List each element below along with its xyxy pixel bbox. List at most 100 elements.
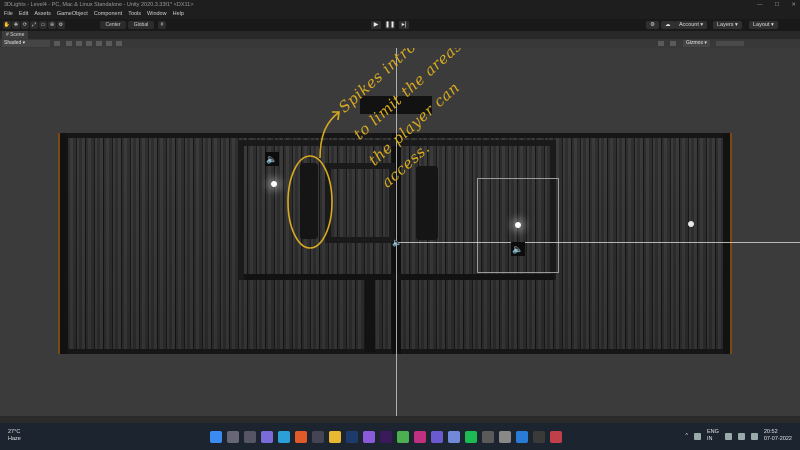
audio-source-icon[interactable]: 🔈 [511, 242, 525, 256]
custom-tool-icon[interactable]: ⚙ [57, 21, 65, 29]
weather-widget[interactable]: 27°C Haze [8, 429, 21, 443]
terminal-icon[interactable] [312, 431, 324, 443]
clock-date: 07-07-2022 [763, 436, 792, 442]
edge-icon[interactable] [278, 431, 290, 443]
maximize-icon[interactable]: ☐ [774, 0, 779, 10]
lighting-toggle-icon[interactable] [66, 41, 72, 46]
battery-icon[interactable] [750, 432, 758, 440]
system-tray: ^ ENG IN 20:52 07-07-2022 [685, 429, 792, 443]
audio-toggle-icon[interactable] [76, 41, 82, 46]
step-button[interactable]: ▸| [399, 21, 409, 29]
pivot-toggle[interactable]: Center [100, 21, 126, 29]
chat-icon[interactable] [261, 431, 273, 443]
layout-label: Layout [753, 22, 770, 28]
weather-desc: Haze [8, 436, 21, 442]
vscode-icon[interactable] [499, 431, 511, 443]
move-tool-icon[interactable]: ✥ [12, 21, 20, 29]
camera-icon[interactable] [670, 41, 676, 46]
menu-tools[interactable]: Tools [128, 10, 141, 19]
gizmos-dropdown[interactable]: Gizmos ▾ [683, 40, 710, 47]
task-view-icon[interactable] [244, 431, 256, 443]
effects-toggle-icon[interactable] [86, 41, 92, 46]
shading-mode-dropdown[interactable]: Shaded ▾ [2, 40, 50, 47]
point-light-icon[interactable] [271, 181, 277, 187]
close-icon[interactable]: ✕ [791, 0, 796, 10]
xd-icon[interactable] [414, 431, 426, 443]
right-wall [723, 133, 732, 354]
snip-icon[interactable] [550, 431, 562, 443]
status-bar [0, 416, 800, 423]
clock-time: 20:52 [763, 429, 778, 435]
premiere-icon[interactable] [380, 431, 392, 443]
point-light-icon[interactable] [515, 222, 521, 228]
unity-icon[interactable] [533, 431, 545, 443]
lower-pillar [365, 280, 375, 352]
menu-component[interactable]: Component [94, 10, 122, 19]
tab-scene-label: Scene [10, 32, 25, 38]
brave-icon[interactable] [295, 431, 307, 443]
lang-bottom: IN [706, 436, 713, 442]
windows-taskbar: 27°C Haze ^ ENG IN 20:52 07-07-2022 [0, 423, 800, 450]
scene-tab-bar: # Scene [0, 31, 800, 39]
menu-edit[interactable]: Edit [19, 10, 28, 19]
layout-dropdown[interactable]: Layout ▾ [749, 21, 778, 29]
minimize-icon[interactable]: — [757, 0, 763, 10]
window-title: 3DLights - Level4 - PC, Mac & Linux Stan… [4, 2, 194, 8]
left-wall [58, 133, 67, 354]
cloud-icon[interactable]: ☁ [661, 21, 675, 29]
audio-source-icon[interactable]: 🔈 [265, 152, 279, 166]
taskbar-apps [210, 431, 562, 443]
menu-gameobject[interactable]: GameObject [57, 10, 88, 19]
lang-top: ENG [706, 429, 719, 435]
photoshop-icon[interactable] [346, 431, 358, 443]
start-icon[interactable] [210, 431, 222, 443]
point-light-icon[interactable] [688, 221, 694, 227]
account-dropdown[interactable]: Account ▾ [675, 21, 708, 29]
weather-temp: 27°C [8, 429, 21, 435]
file-explorer-icon[interactable] [329, 431, 341, 443]
chevron-up-icon[interactable]: ^ [685, 433, 688, 440]
wifi-icon[interactable] [724, 432, 732, 440]
scene-viewport[interactable]: 🔈 🔈 🔈 Spikes introduced to limit the are… [0, 48, 800, 416]
github-icon[interactable] [431, 431, 443, 443]
pause-button[interactable]: ❚❚ [385, 21, 395, 29]
layers-dropdown[interactable]: Layers ▾ [713, 21, 742, 29]
vs-icon[interactable] [516, 431, 528, 443]
chrome-icon[interactable] [397, 431, 409, 443]
scene-tools-icon[interactable] [658, 41, 664, 46]
volume-icon[interactable] [737, 432, 745, 440]
pivot-label: Center [105, 22, 121, 28]
spotify-icon[interactable] [465, 431, 477, 443]
layers-label: Layers [717, 22, 734, 28]
scale-tool-icon[interactable]: ⤢ [30, 21, 38, 29]
clock[interactable]: 20:52 07-07-2022 [764, 429, 792, 443]
hand-tool-icon[interactable]: ✋ [3, 21, 11, 29]
menu-assets[interactable]: Assets [34, 10, 51, 19]
language-indicator[interactable]: ENG IN [707, 429, 719, 443]
transform-tool-icon[interactable]: ⊕ [48, 21, 56, 29]
window-controls: — ☐ ✕ [757, 0, 796, 10]
collab-icon[interactable]: ⚙ [646, 21, 659, 29]
rect-tool-icon[interactable]: ▭ [39, 21, 47, 29]
2d-toggle-icon[interactable] [54, 41, 60, 46]
grid-toggle-icon[interactable] [106, 41, 112, 46]
menu-help[interactable]: Help [173, 10, 184, 19]
space-toggle[interactable]: Global [128, 21, 154, 29]
tab-scene[interactable]: # Scene [2, 31, 29, 39]
hidden-objects-icon[interactable] [96, 41, 102, 46]
scene-search-input[interactable] [716, 41, 744, 46]
discord-icon[interactable] [448, 431, 460, 443]
visual-studio-icon[interactable] [363, 431, 375, 443]
rotate-tool-icon[interactable]: ⟳ [21, 21, 29, 29]
onedrive-icon[interactable] [693, 432, 701, 440]
shading-label: Shaded [4, 40, 22, 46]
menu-file[interactable]: File [4, 10, 13, 19]
app-icon[interactable] [482, 431, 494, 443]
snap-icon[interactable]: # [158, 21, 166, 29]
menu-bar: File Edit Assets GameObject Component To… [0, 10, 800, 19]
menu-window[interactable]: Window [147, 10, 167, 19]
search-icon[interactable] [227, 431, 239, 443]
gizmo-tools-icon[interactable] [116, 41, 122, 46]
space-label: Global [133, 22, 149, 28]
play-button[interactable]: ▶ [371, 21, 381, 29]
